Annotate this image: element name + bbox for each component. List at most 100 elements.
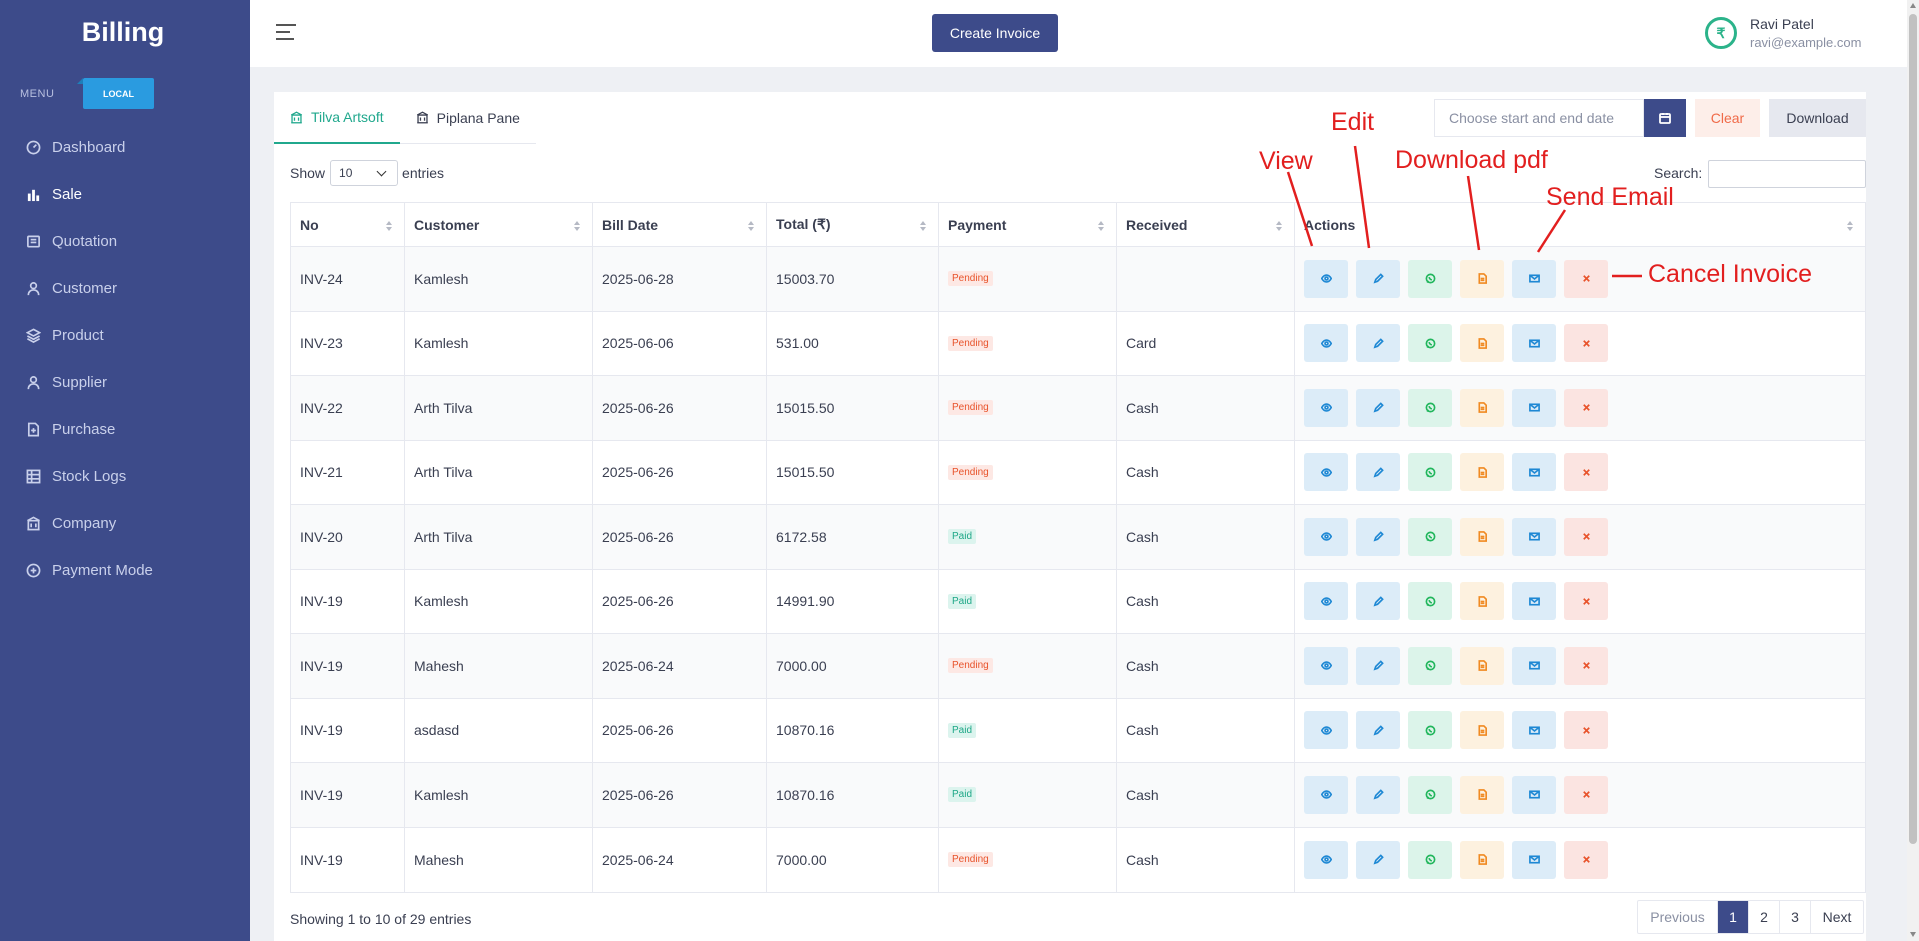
cancel-invoice-button[interactable] [1564,646,1608,685]
sort-icon[interactable] [920,221,926,231]
whatsapp-button[interactable] [1408,775,1452,814]
tab-piplana-pane[interactable]: Piplana Pane [399,92,536,144]
sort-icon[interactable] [748,221,754,231]
cancel-invoice-button[interactable] [1564,711,1608,750]
sidebar-item-customer[interactable]: Customer [0,265,250,312]
view-button[interactable] [1304,259,1348,298]
whatsapp-button[interactable] [1408,324,1452,363]
view-button[interactable] [1304,453,1348,492]
download-pdf-button[interactable] [1460,324,1504,363]
send-email-button[interactable] [1512,582,1556,621]
column-header[interactable]: Bill Date [593,203,767,246]
send-email-button[interactable] [1512,259,1556,298]
send-email-button[interactable] [1512,453,1556,492]
sort-icon[interactable] [1098,221,1104,231]
sidebar-item-stock-logs[interactable]: Stock Logs [0,453,250,500]
sidebar-item-dashboard[interactable]: Dashboard [0,124,250,171]
column-header[interactable]: Total (₹) [767,203,939,246]
column-header[interactable]: Actions [1295,203,1865,246]
edit-button[interactable] [1356,517,1400,556]
edit-button[interactable] [1356,259,1400,298]
sort-icon[interactable] [1276,221,1282,231]
download-pdf-button[interactable] [1460,582,1504,621]
sidebar-item-quotation[interactable]: Quotation [0,218,250,265]
clear-button[interactable]: Clear [1695,99,1760,137]
sidebar-item-supplier[interactable]: Supplier [0,359,250,406]
cancel-invoice-button[interactable] [1564,388,1608,427]
cancel-invoice-button[interactable] [1564,324,1608,363]
download-button[interactable]: Download [1769,99,1866,137]
whatsapp-button[interactable] [1408,711,1452,750]
entries-select[interactable]: 10 [330,160,399,186]
scroll-down-icon[interactable] [1910,932,1916,937]
send-email-button[interactable] [1512,388,1556,427]
date-range-input[interactable]: Choose start and end date [1434,99,1644,137]
send-email-button[interactable] [1512,775,1556,814]
download-pdf-button[interactable] [1460,453,1504,492]
sidebar-item-purchase[interactable]: Purchase [0,406,250,453]
whatsapp-button[interactable] [1408,646,1452,685]
sort-icon[interactable] [386,221,392,231]
sidebar-item-product[interactable]: Product [0,312,250,359]
page-scrollbar[interactable] [1907,0,1919,941]
next-page-button[interactable]: Next [1811,901,1863,933]
view-button[interactable] [1304,517,1348,556]
scroll-thumb[interactable] [1909,14,1917,844]
edit-button[interactable] [1356,775,1400,814]
view-button[interactable] [1304,646,1348,685]
calendar-button[interactable] [1644,99,1686,137]
view-button[interactable] [1304,582,1348,621]
column-header[interactable]: Customer [405,203,593,246]
page-button[interactable]: 2 [1749,901,1780,933]
previous-page-button[interactable]: Previous [1638,901,1718,933]
send-email-button[interactable] [1512,517,1556,556]
whatsapp-button[interactable] [1408,517,1452,556]
brand-logo[interactable]: Billing [0,0,250,64]
send-email-button[interactable] [1512,840,1556,879]
edit-button[interactable] [1356,840,1400,879]
page-button[interactable]: 3 [1780,901,1811,933]
download-pdf-button[interactable] [1460,711,1504,750]
download-pdf-button[interactable] [1460,646,1504,685]
edit-button[interactable] [1356,324,1400,363]
send-email-button[interactable] [1512,324,1556,363]
whatsapp-button[interactable] [1408,840,1452,879]
whatsapp-button[interactable] [1408,388,1452,427]
send-email-button[interactable] [1512,711,1556,750]
avatar[interactable]: ₹ [1705,17,1737,49]
page-button[interactable]: 1 [1718,901,1749,933]
sort-icon[interactable] [1847,221,1853,231]
create-invoice-button[interactable]: Create Invoice [932,14,1058,52]
sort-icon[interactable] [574,221,580,231]
whatsapp-button[interactable] [1408,453,1452,492]
download-pdf-button[interactable] [1460,388,1504,427]
edit-button[interactable] [1356,388,1400,427]
cancel-invoice-button[interactable] [1564,259,1608,298]
hamburger-menu-icon[interactable] [276,24,296,40]
scroll-up-icon[interactable] [1910,3,1916,8]
sidebar-item-sale[interactable]: Sale [0,171,250,218]
view-button[interactable] [1304,775,1348,814]
edit-button[interactable] [1356,453,1400,492]
cancel-invoice-button[interactable] [1564,775,1608,814]
view-button[interactable] [1304,388,1348,427]
edit-button[interactable] [1356,582,1400,621]
cancel-invoice-button[interactable] [1564,453,1608,492]
edit-button[interactable] [1356,711,1400,750]
whatsapp-button[interactable] [1408,259,1452,298]
edit-button[interactable] [1356,646,1400,685]
column-header[interactable]: No [291,203,405,246]
view-button[interactable] [1304,324,1348,363]
cancel-invoice-button[interactable] [1564,517,1608,556]
search-input[interactable] [1708,160,1866,188]
column-header[interactable]: Received [1117,203,1295,246]
send-email-button[interactable] [1512,646,1556,685]
download-pdf-button[interactable] [1460,775,1504,814]
cancel-invoice-button[interactable] [1564,840,1608,879]
download-pdf-button[interactable] [1460,517,1504,556]
download-pdf-button[interactable] [1460,259,1504,298]
column-header[interactable]: Payment [939,203,1117,246]
download-pdf-button[interactable] [1460,840,1504,879]
tab-tilva-artsoft[interactable]: Tilva Artsoft [274,92,400,144]
cancel-invoice-button[interactable] [1564,582,1608,621]
